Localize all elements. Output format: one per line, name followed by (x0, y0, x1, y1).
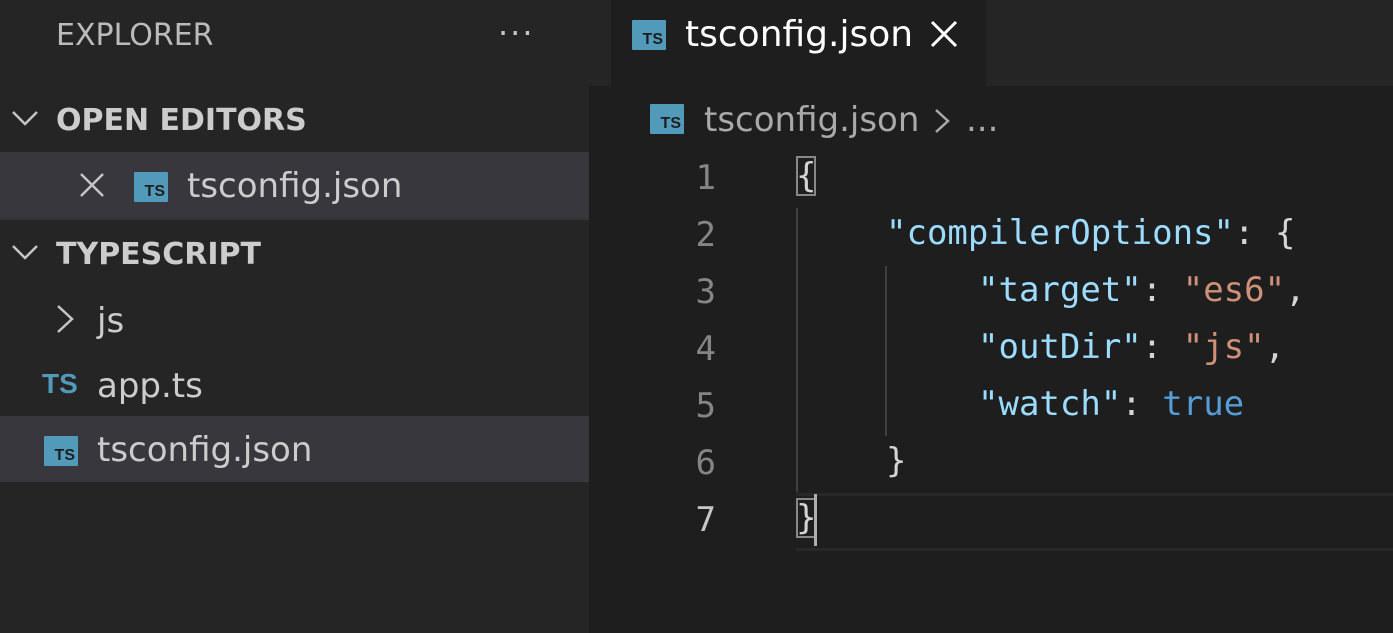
ts-file-icon: TS (134, 172, 168, 202)
breadcrumb-file[interactable]: tsconfig.json (704, 100, 919, 140)
tree-item-label: js (97, 301, 125, 341)
tree-item-label: app.ts (97, 366, 203, 406)
code-line-5: "watch": true (978, 384, 1244, 424)
open-editor-item-label: tsconfig.json (187, 166, 403, 206)
code-line-4: "outDir": "js", (978, 327, 1285, 367)
section-divider (0, 218, 589, 220)
json-key: "watch" (978, 384, 1122, 424)
chevron-down-icon (12, 111, 38, 126)
close-icon[interactable] (926, 16, 962, 52)
code-line-1: { (796, 156, 817, 196)
json-string: "js" (1182, 327, 1265, 367)
open-editors-label: OPEN EDITORS (56, 103, 307, 138)
tree-item-label: tsconfig.json (97, 430, 313, 470)
ts-file-icon: TS (650, 104, 684, 134)
json-punct: , (1285, 270, 1306, 310)
json-boolean: true (1162, 384, 1245, 424)
open-editor-item[interactable]: TS tsconfig.json (0, 152, 589, 218)
explorer-sidebar: EXPLORER ··· OPEN EDITORS TS tsconfig.js… (0, 0, 589, 633)
open-editors-section-header[interactable]: OPEN EDITORS (0, 89, 589, 153)
explorer-header: EXPLORER ··· (0, 0, 589, 72)
json-punct: : (1141, 270, 1183, 310)
current-line-highlight (796, 493, 1393, 551)
json-string: "es6" (1182, 270, 1286, 310)
line-number: 2 (695, 215, 716, 255)
json-punct: : (1121, 384, 1163, 424)
json-punct: : (1141, 327, 1183, 367)
json-punct: } (886, 441, 907, 481)
line-number: 3 (695, 272, 716, 312)
tree-item-tsconfig[interactable]: TS tsconfig.json (0, 416, 589, 482)
tree-item-app-ts[interactable]: TS app.ts (0, 352, 589, 418)
line-number: 5 (695, 386, 716, 426)
code-editor[interactable]: 1 2 3 4 5 6 7 { "compilerOptions": { "ta… (589, 150, 1393, 633)
chevron-right-icon (57, 305, 74, 333)
typescript-section-header[interactable]: TYPESCRIPT (0, 223, 589, 287)
indent-guide (885, 266, 887, 436)
line-number: 6 (695, 443, 716, 483)
more-actions-button[interactable]: ··· (498, 14, 535, 52)
line-number-active: 7 (695, 500, 716, 540)
json-key: "outDir" (978, 327, 1142, 367)
json-punct: , (1264, 327, 1286, 367)
text-cursor (814, 494, 817, 546)
indent-guide (796, 208, 798, 492)
tree-item-js-folder[interactable]: js (0, 287, 589, 353)
breadcrumb-ellipsis[interactable]: ... (966, 100, 998, 140)
chevron-right-icon (935, 109, 950, 133)
line-number: 1 (695, 158, 716, 198)
typescript-icon: TS (42, 368, 78, 399)
matched-brace: { (796, 156, 817, 196)
ts-file-icon: TS (632, 20, 666, 50)
close-icon[interactable] (78, 171, 106, 199)
code-line-2: "compilerOptions": { (886, 213, 1295, 253)
code-line-6: } (886, 441, 906, 481)
ts-file-icon: TS (44, 436, 78, 466)
chevron-down-icon (12, 245, 38, 260)
json-key: "target" (978, 270, 1142, 310)
line-number: 4 (695, 329, 716, 369)
code-line-3: "target": "es6", (978, 270, 1306, 310)
tab-label: tsconfig.json (685, 14, 914, 55)
explorer-title: EXPLORER (56, 18, 214, 53)
json-key: "compilerOptions" (886, 213, 1234, 253)
json-punct: : { (1234, 213, 1296, 253)
typescript-folder-label: TYPESCRIPT (56, 237, 262, 272)
